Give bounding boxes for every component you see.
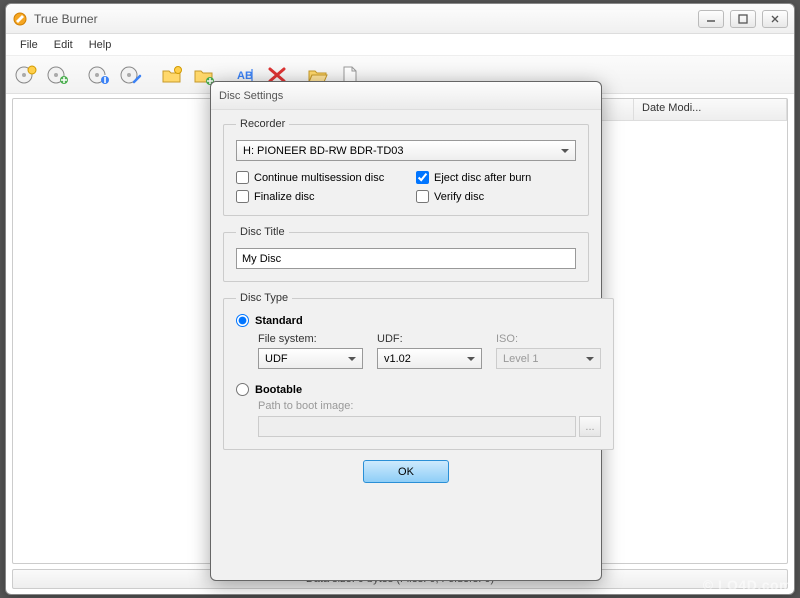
fs-value: UDF [265,353,288,365]
toolbar-folder-new[interactable] [158,61,186,89]
ok-button[interactable]: OK [363,460,449,483]
radio-standard[interactable]: Standard [236,314,601,327]
toolbar-disc-new[interactable] [12,61,40,89]
fs-select[interactable]: UDF [258,348,363,369]
chk-finalize-label: Finalize disc [254,191,315,203]
dialog-titlebar[interactable]: Disc Settings [211,82,601,110]
udf-label: UDF: [377,333,482,345]
chk-eject-box[interactable] [416,171,429,184]
browse-label: ... [585,421,594,433]
recorder-group: Recorder H: PIONEER BD-RW BDR-TD03 Conti… [223,118,589,216]
chk-eject[interactable]: Eject disc after burn [416,171,576,184]
iso-label: ISO: [496,333,601,345]
toolbar-disc-info[interactable]: i [85,61,113,89]
ok-label: OK [398,466,414,478]
radio-standard-label: Standard [255,315,303,327]
chk-continue[interactable]: Continue multisession disc [236,171,396,184]
recorder-select[interactable]: H: PIONEER BD-RW BDR-TD03 [236,140,576,161]
close-button[interactable] [762,10,788,28]
boot-path-browse: ... [579,416,601,437]
disc-type-group: Disc Type Standard File system: UDF UDF:… [223,292,614,450]
disc-settings-dialog: Disc Settings Recorder H: PIONEER BD-RW … [210,81,602,581]
recorder-value: H: PIONEER BD-RW BDR-TD03 [243,145,404,157]
toolbar-disc-link[interactable] [117,61,145,89]
chk-continue-box[interactable] [236,171,249,184]
chk-verify-label: Verify disc [434,191,484,203]
svg-text:AB: AB [237,70,253,82]
tree-pane[interactable] [13,99,243,563]
disc-title-group: Disc Title [223,226,589,282]
svg-text:i: i [103,74,106,86]
iso-select: Level 1 [496,348,601,369]
chk-finalize[interactable]: Finalize disc [236,190,396,203]
radio-bootable-label: Bootable [255,384,302,396]
minimize-button[interactable] [698,10,724,28]
col-date[interactable]: Date Modi... [634,99,787,120]
app-icon [12,11,28,27]
fs-label: File system: [258,333,363,345]
menu-help[interactable]: Help [81,37,120,53]
chk-eject-label: Eject disc after burn [434,172,531,184]
maximize-button[interactable] [730,10,756,28]
boot-path-input [258,416,576,437]
toolbar-disc-add[interactable] [44,61,72,89]
chk-verify-box[interactable] [416,190,429,203]
udf-select[interactable]: v1.02 [377,348,482,369]
chk-finalize-box[interactable] [236,190,249,203]
window-title: True Burner [34,12,698,26]
menubar: File Edit Help [6,34,794,56]
chk-continue-label: Continue multisession disc [254,172,384,184]
disc-type-legend: Disc Type [236,292,292,304]
radio-bootable-input[interactable] [236,383,249,396]
window-controls [698,10,788,28]
titlebar: True Burner [6,4,794,34]
chk-verify[interactable]: Verify disc [416,190,576,203]
disc-title-input[interactable] [236,248,576,269]
path-label: Path to boot image: [258,400,353,412]
udf-value: v1.02 [384,353,411,365]
dialog-body: Recorder H: PIONEER BD-RW BDR-TD03 Conti… [211,110,601,495]
menu-file[interactable]: File [12,37,46,53]
recorder-legend: Recorder [236,118,289,130]
disc-title-legend: Disc Title [236,226,289,238]
radio-bootable[interactable]: Bootable [236,383,601,396]
dialog-title: Disc Settings [219,90,283,102]
menu-edit[interactable]: Edit [46,37,81,53]
radio-standard-input[interactable] [236,314,249,327]
iso-value: Level 1 [503,353,538,365]
